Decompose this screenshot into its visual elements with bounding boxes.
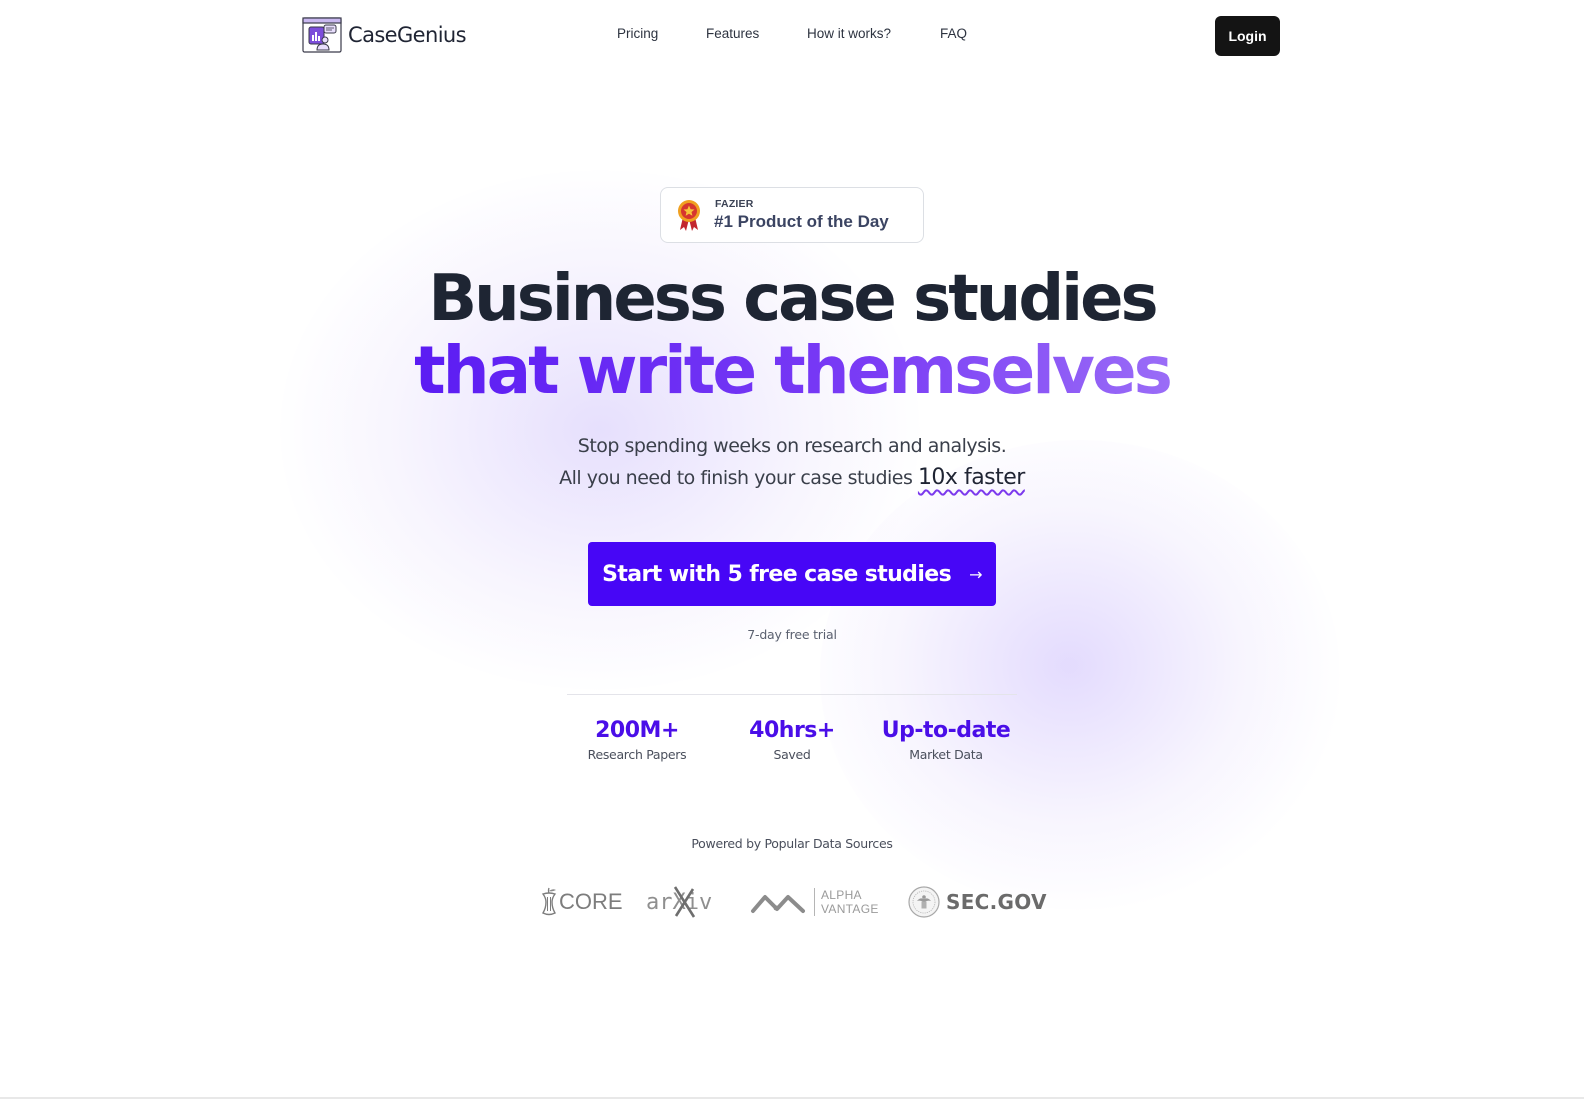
main-nav: Pricing Features How it works? FAQ <box>0 26 1584 46</box>
sec-seal-icon <box>908 886 940 918</box>
hero-headline-line1: Business case studies <box>428 262 1158 336</box>
arxiv-x-mark-icon <box>673 886 696 918</box>
data-sources-heading: Powered by Popular Data Sources <box>691 836 893 851</box>
core-logo-icon <box>541 887 557 916</box>
page-bottom-divider <box>0 1097 1584 1099</box>
hero-subtitle-line2: All you need to finish your case studies… <box>0 465 1584 490</box>
hero-subtitle-prefix: All you need to finish your case studies <box>559 467 918 489</box>
source-logo-core: CORE <box>540 884 623 920</box>
nav-link-features[interactable]: Features <box>706 26 759 41</box>
award-ribbon-icon <box>678 200 700 231</box>
stat-value: Up-to-date <box>881 718 1011 743</box>
sec-gov-logo-text: SEC.GOV <box>946 890 1047 914</box>
top-navbar: CaseGenius Pricing Features How it works… <box>0 0 1584 72</box>
stat-market-data: Up-to-date Market Data <box>846 718 1046 762</box>
hero-subtitle-line1: Stop spending weeks on research and anal… <box>577 435 1007 457</box>
source-logo-alpha-vantage: ALPHA VANTAGE <box>750 884 879 920</box>
alpha-vantage-logo-text: ALPHA VANTAGE <box>814 888 879 916</box>
nav-link-pricing[interactable]: Pricing <box>617 26 658 41</box>
start-free-trial-button[interactable]: Start with 5 free case studies → <box>588 542 996 606</box>
alpha-vantage-line2: VANTAGE <box>821 902 879 916</box>
login-button[interactable]: Login <box>1215 16 1280 56</box>
stats-divider <box>567 694 1017 695</box>
source-logo-sec-gov: SEC.GOV <box>908 884 1047 920</box>
core-logo-text: CORE <box>559 889 623 914</box>
source-logo-arxiv: arXiv <box>646 884 712 920</box>
hero-subtitle-highlight: 10x faster <box>917 465 1025 490</box>
arrow-right-icon: → <box>969 564 982 584</box>
stat-label: Market Data <box>909 747 983 762</box>
badge-source-label: FAZIER <box>715 198 754 210</box>
fazier-award-badge[interactable]: FAZIER #1 Product of the Day <box>660 187 924 243</box>
alpha-vantage-line1: ALPHA <box>821 888 862 902</box>
nav-link-faq[interactable]: FAQ <box>940 26 967 41</box>
hero-headline-line2: that write themselves <box>414 332 1173 409</box>
nav-link-how-it-works[interactable]: How it works? <box>807 26 891 41</box>
background-glow-left <box>280 170 920 690</box>
alpha-vantage-logo-icon <box>751 895 805 913</box>
hero-headline-line2-wrapper: that write themselves <box>0 332 1584 409</box>
trial-note: 7-day free trial <box>747 627 837 642</box>
badge-title: #1 Product of the Day <box>714 212 889 231</box>
cta-label: Start with 5 free case studies <box>602 561 952 587</box>
